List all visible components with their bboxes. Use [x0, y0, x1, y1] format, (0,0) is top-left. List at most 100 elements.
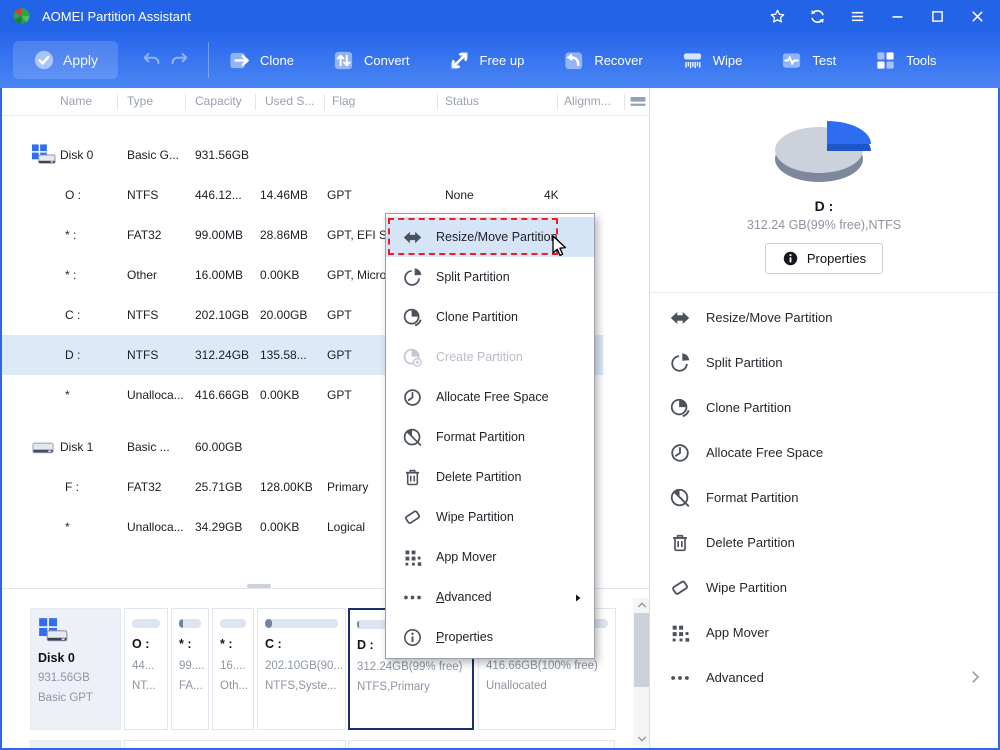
- header-separator: [624, 94, 625, 110]
- scrollbar[interactable]: [633, 598, 650, 746]
- disk-map-row2-block[interactable]: [348, 740, 615, 748]
- action-resize-move-partition[interactable]: Resize/Move Partition: [650, 295, 998, 340]
- disk-map-partition-o-0[interactable]: O :44...NT...: [124, 608, 168, 730]
- disk-map-partition-1[interactable]: * :99....FA...: [171, 608, 209, 730]
- apply-button[interactable]: Apply: [13, 41, 118, 79]
- advanced-icon: [402, 587, 423, 608]
- selected-partition-info: 312.24 GB(99% free),NTFS: [650, 218, 998, 232]
- toolbar-button-free-up[interactable]: Free up: [448, 49, 525, 72]
- table-row-disk-disk-0[interactable]: Disk 0Basic G...931.56GB: [2, 135, 603, 175]
- cell-type: Basic G...: [127, 148, 179, 162]
- action-app-mover[interactable]: App Mover: [650, 610, 998, 655]
- undo-icon[interactable]: [141, 49, 163, 71]
- partition-fs: Oth...: [220, 676, 246, 696]
- cell-used: 14.46MB: [260, 188, 308, 202]
- cell-name: *: [65, 520, 70, 534]
- disk-map-disk-info[interactable]: Disk 0931.56GBBasic GPT: [30, 608, 121, 730]
- favorite-star-icon[interactable]: [764, 4, 790, 28]
- column-header-name[interactable]: Name: [60, 94, 92, 108]
- cell-used: 28.86MB: [260, 228, 308, 242]
- action-delete-partition[interactable]: Delete Partition: [650, 520, 998, 565]
- column-header-type[interactable]: Type: [127, 94, 153, 108]
- toolbar-button-label: Wipe: [713, 53, 743, 68]
- redo-icon[interactable]: [168, 49, 190, 71]
- column-header-used-s[interactable]: Used S...: [265, 94, 314, 108]
- disk-map-partition-2[interactable]: * :16....Oth...: [212, 608, 254, 730]
- menu-item-clone-partition[interactable]: Clone Partition: [386, 297, 594, 337]
- toolbar-button-wipe[interactable]: Wipe: [681, 49, 743, 72]
- menu-item-resize-move-partition[interactable]: Resize/Move Partition: [386, 217, 594, 257]
- toolbar-divider: [208, 42, 209, 78]
- minimize-button[interactable]: [884, 4, 910, 28]
- partition-size: 416.66GB(100% free): [486, 656, 608, 676]
- menu-item-allocate-free-space[interactable]: Allocate Free Space: [386, 377, 594, 417]
- action-label: Clone Partition: [706, 400, 791, 415]
- menu-item-label: Delete Partition: [436, 470, 521, 484]
- toolbar: Apply Clone Convert Free up Recover Wipe Test…: [0, 32, 1000, 88]
- menu-item-app-mover[interactable]: App Mover: [386, 537, 594, 577]
- column-header-alignm[interactable]: Alignm...: [564, 94, 611, 108]
- cell-used: 135.58...: [260, 348, 307, 362]
- splitter-drag-handle[interactable]: [247, 584, 271, 588]
- clone-icon: [228, 49, 251, 72]
- table-row-partition-o[interactable]: O :NTFS446.12...14.46MBGPTNone4K: [2, 175, 603, 215]
- cell-name: F :: [65, 480, 79, 494]
- action-split-partition[interactable]: Split Partition: [650, 340, 998, 385]
- menu-item-advanced[interactable]: Advanced: [386, 577, 594, 617]
- menu-item-label: Clone Partition: [436, 310, 518, 324]
- columns-config-icon[interactable]: [628, 92, 650, 112]
- disk-map-partition-c-3[interactable]: C :202.10GB(90...NTFS,Syste...: [257, 608, 346, 730]
- refresh-icon[interactable]: [804, 4, 830, 28]
- column-header-status[interactable]: Status: [445, 94, 479, 108]
- disk-map-row2-block[interactable]: [124, 740, 346, 748]
- action-wipe-partition[interactable]: Wipe Partition: [650, 565, 998, 610]
- usage-bar: [220, 619, 246, 628]
- properties-icon: [402, 627, 423, 648]
- resize-move-icon: [402, 227, 423, 248]
- close-button[interactable]: [964, 4, 990, 28]
- action-list: Resize/Move Partition Split Partition Clon…: [650, 293, 998, 700]
- wipe-partition-icon: [402, 507, 423, 528]
- detail-panel: D : 312.24 GB(99% free),NTFS Properties …: [650, 88, 998, 748]
- action-clone-partition[interactable]: Clone Partition: [650, 385, 998, 430]
- chevron-right-icon: [966, 668, 984, 686]
- menu-item-format-partition[interactable]: Format Partition: [386, 417, 594, 457]
- partition-fs: FA...: [179, 676, 201, 696]
- scroll-up-icon[interactable]: [633, 598, 650, 612]
- partition-fs: NTFS,Syste...: [265, 676, 338, 696]
- toolbar-button-tools[interactable]: Tools: [874, 49, 936, 72]
- app-mover-icon: [669, 622, 691, 644]
- menu-item-wipe-partition[interactable]: Wipe Partition: [386, 497, 594, 537]
- toolbar-button-test[interactable]: Test: [780, 49, 836, 72]
- main-menu-icon[interactable]: [844, 4, 870, 28]
- cell-capacity: 99.00MB: [195, 228, 243, 242]
- action-label: Split Partition: [706, 355, 783, 370]
- properties-button[interactable]: Properties: [765, 243, 883, 274]
- test-icon: [780, 49, 803, 72]
- menu-item-label: Wipe Partition: [436, 510, 514, 524]
- menu-item-delete-partition[interactable]: Delete Partition: [386, 457, 594, 497]
- usage-bar: [132, 619, 160, 628]
- action-label: Advanced: [706, 670, 764, 685]
- menu-item-split-partition[interactable]: Split Partition: [386, 257, 594, 297]
- action-format-partition[interactable]: Format Partition: [650, 475, 998, 520]
- column-header-flag[interactable]: Flag: [332, 94, 355, 108]
- scroll-down-icon[interactable]: [633, 732, 650, 746]
- partition-size: 312.24GB(99% free): [357, 657, 465, 677]
- action-allocate-free-space[interactable]: Allocate Free Space: [650, 430, 998, 475]
- menu-item-properties[interactable]: Properties: [386, 617, 594, 657]
- column-header-capacity[interactable]: Capacity: [195, 94, 242, 108]
- scrollbar-thumb[interactable]: [634, 613, 649, 687]
- toolbar-button-clone[interactable]: Clone: [228, 49, 294, 72]
- menu-item-create-partition: Create Partition: [386, 337, 594, 377]
- partition-fs: Unallocated: [486, 676, 608, 696]
- menu-item-label: Format Partition: [436, 430, 525, 444]
- app-window: AOMEI Partition Assistant Apply CloneCon…: [0, 0, 1000, 750]
- action-advanced[interactable]: Advanced: [650, 655, 998, 700]
- maximize-button[interactable]: [924, 4, 950, 28]
- toolbar-button-convert[interactable]: Convert: [332, 49, 410, 72]
- cell-status: None: [445, 188, 474, 202]
- toolbar-button-label: Clone: [260, 53, 294, 68]
- disk-map-row2-block[interactable]: [30, 740, 121, 748]
- toolbar-button-recover[interactable]: Recover: [562, 49, 642, 72]
